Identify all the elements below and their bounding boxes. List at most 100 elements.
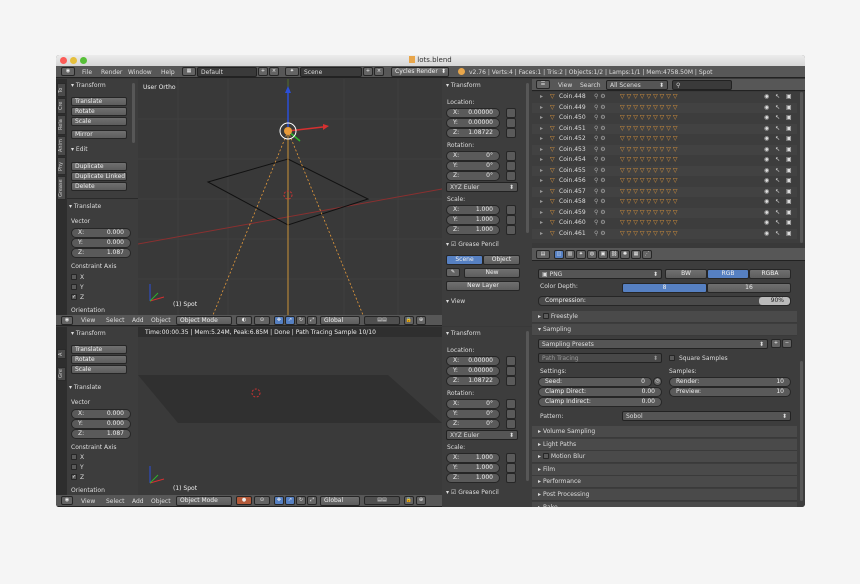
color-depth-8[interactable]: 8: [622, 283, 707, 293]
selectable-icon[interactable]: ↖: [775, 176, 780, 186]
lock-icon[interactable]: [506, 215, 516, 225]
outliner-scrollbar[interactable]: [800, 92, 803, 243]
constraint-z-checkbox[interactable]: ✓: [71, 294, 77, 300]
visibility-icon[interactable]: ◉: [764, 218, 769, 228]
render-visibility-icon[interactable]: ▣: [786, 218, 792, 228]
outliner-editor-icon[interactable]: ☰: [536, 80, 550, 89]
panel-header[interactable]: ▸ Performance: [532, 476, 797, 489]
expand-icon[interactable]: ▸: [540, 176, 543, 186]
visibility-icon[interactable]: ◉: [764, 92, 769, 102]
tab-grease[interactable]: Gre: [57, 367, 66, 381]
render-visibility-icon[interactable]: ▣: [786, 134, 792, 144]
freestyle-panel-header[interactable]: ▸ Freestyle: [532, 311, 797, 323]
shading-icon[interactable]: ◐: [236, 316, 252, 325]
color-depth-16[interactable]: 16: [707, 283, 791, 293]
expand-icon[interactable]: ▸: [540, 134, 543, 144]
selectable-icon[interactable]: ↖: [775, 229, 780, 239]
close-window-button[interactable]: [60, 57, 67, 64]
motion-blur-checkbox[interactable]: [542, 453, 549, 460]
lock-icon[interactable]: [506, 161, 516, 171]
editor-3d-icon[interactable]: ◉: [61, 316, 73, 325]
selectable-icon[interactable]: ↖: [775, 166, 780, 176]
clock-icon[interactable]: ◷: [653, 377, 662, 386]
data-tab-icon[interactable]: ✺: [620, 250, 630, 259]
snap-icon[interactable]: ⊕: [416, 496, 426, 505]
constraint-z-checkbox-bottom[interactable]: ✓: [71, 474, 77, 480]
gp-object-tab[interactable]: Object: [483, 255, 520, 265]
scale-x-field[interactable]: X: 1.000: [446, 205, 500, 215]
constraint-x-checkbox-bottom[interactable]: [71, 454, 77, 460]
lock-icon[interactable]: [506, 225, 516, 235]
render-visibility-icon[interactable]: ▣: [786, 145, 792, 155]
tab-animation[interactable]: Anim: [57, 136, 66, 156]
constraint-x-checkbox[interactable]: [71, 274, 77, 280]
remove-screen-icon[interactable]: ×: [269, 67, 279, 76]
selectable-icon[interactable]: ↖: [775, 113, 780, 123]
menu-add-bottom[interactable]: Add: [132, 498, 144, 505]
location-x-field[interactable]: X: 0.00000: [446, 108, 500, 118]
gp-new-button[interactable]: New: [464, 268, 520, 278]
scale-button[interactable]: Scale: [71, 117, 127, 126]
editor-type-icon[interactable]: ◉: [61, 67, 75, 76]
world-tab-icon[interactable]: ◍: [587, 250, 597, 259]
location-z-field-bottom[interactable]: Z: 1.08722: [446, 376, 500, 386]
view-panel-header[interactable]: ▾ View: [446, 298, 465, 305]
orientation-dropdown-bottom[interactable]: Global: [320, 496, 360, 506]
render-visibility-icon[interactable]: ▣: [786, 103, 792, 113]
expand-icon[interactable]: ▸: [540, 197, 543, 207]
operator-panel-header-bottom[interactable]: ▾ Translate: [69, 384, 101, 391]
panel-header[interactable]: ▸ Post Processing: [532, 489, 797, 501]
location-y-field[interactable]: Y: 0.00000: [446, 118, 500, 128]
lock-icon[interactable]: [506, 108, 516, 118]
expand-icon[interactable]: ▸: [540, 103, 543, 113]
compression-slider[interactable]: Compression: 90%: [538, 296, 791, 306]
rotate-manipulator-icon[interactable]: ↻: [296, 496, 306, 505]
rotation-y-field[interactable]: Y: 0°: [446, 161, 500, 171]
particles-tab-icon[interactable]: ⋰: [642, 250, 652, 259]
translate-button-bottom[interactable]: Translate: [71, 345, 127, 354]
selectable-icon[interactable]: ↖: [775, 218, 780, 228]
render-visibility-icon[interactable]: ▣: [786, 229, 792, 239]
render-visibility-icon[interactable]: ▣: [786, 176, 792, 186]
visibility-icon[interactable]: ◉: [764, 134, 769, 144]
render-visibility-icon[interactable]: ▣: [786, 92, 792, 102]
outliner-item[interactable]: ▸ ▽ Coin.456 ⚲ ⚙ ▽▽▽▽▽▽▽▽▽ ◉ ↖ ▣: [532, 176, 797, 186]
nprops-transform-header[interactable]: ▾ Transform: [446, 82, 481, 89]
rotation-z-field-bottom[interactable]: Z: 0°: [446, 419, 500, 429]
vector-y-field[interactable]: Y: 0.000: [71, 238, 131, 248]
layers-icon[interactable]: ▤▤: [364, 316, 400, 325]
transform-panel-header-bottom[interactable]: ▾ Transform: [71, 330, 106, 337]
rotation-mode-dropdown[interactable]: XYZ Euler ⬍: [446, 182, 518, 192]
outliner-menu-view[interactable]: View: [558, 82, 572, 89]
render-visibility-icon[interactable]: ▣: [786, 166, 792, 176]
rotate-manipulator-icon[interactable]: ↻: [296, 316, 306, 325]
menu-object-bottom[interactable]: Object: [151, 498, 171, 505]
tab-create[interactable]: Cre: [57, 98, 66, 114]
rotation-mode-dropdown-bottom[interactable]: XYZ Euler ⬍: [446, 430, 518, 440]
add-preset-icon[interactable]: +: [771, 339, 781, 348]
expand-icon[interactable]: ▸: [540, 124, 543, 134]
menu-render[interactable]: Render: [101, 69, 122, 76]
rotate-button-bottom[interactable]: Rotate: [71, 355, 127, 364]
panel-header[interactable]: ▸ Motion Blur: [532, 451, 797, 464]
remove-scene-icon[interactable]: ×: [374, 67, 384, 76]
render-visibility-icon[interactable]: ▣: [786, 155, 792, 165]
menu-file[interactable]: File: [82, 69, 92, 76]
x-gizmo-head[interactable]: [323, 124, 329, 130]
minimize-window-button[interactable]: [70, 57, 77, 64]
outliner-item[interactable]: ▸ ▽ Coin.450 ⚲ ⚙ ▽▽▽▽▽▽▽▽▽ ◉ ↖ ▣: [532, 113, 797, 123]
nprops-scrollbar-bottom[interactable]: [526, 331, 529, 481]
outliner-item[interactable]: ▸ ▽ Coin.451 ⚲ ⚙ ▽▽▽▽▽▽▽▽▽ ◉ ↖ ▣: [532, 123, 797, 134]
selectable-icon[interactable]: ↖: [775, 208, 780, 218]
gp-scene-tab[interactable]: Scene: [446, 255, 483, 265]
clamp-indirect-field[interactable]: Clamp Indirect: 0.00: [538, 397, 662, 407]
selectable-icon[interactable]: ↖: [775, 155, 780, 165]
rotation-x-field[interactable]: X: 0°: [446, 151, 500, 161]
outliner-item[interactable]: ▸ ▽ Coin.452 ⚲ ⚙ ▽▽▽▽▽▽▽▽▽ ◉ ↖ ▣: [532, 134, 797, 144]
duplicate-button[interactable]: Duplicate: [71, 162, 127, 171]
outliner-item[interactable]: ▸ ▽ Coin.448 ⚲ ⚙ ▽▽▽▽▽▽▽▽▽ ◉ ↖ ▣: [532, 92, 797, 102]
visibility-icon[interactable]: ◉: [764, 187, 769, 197]
selectable-icon[interactable]: ↖: [775, 134, 780, 144]
vector-x-field[interactable]: X: 0.000: [71, 228, 131, 238]
mirror-button[interactable]: Mirror: [71, 130, 127, 139]
